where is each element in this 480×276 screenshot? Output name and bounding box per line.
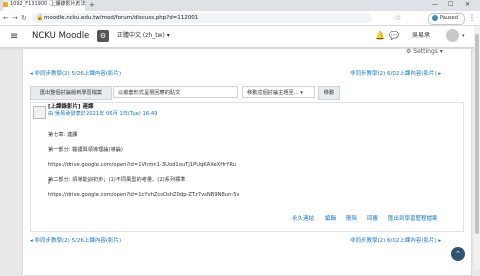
- permalink-link[interactable]: 永久連結: [292, 215, 314, 223]
- reply-link[interactable]: 回覆: [367, 215, 378, 223]
- next-discussion-link[interactable]: 非同步教學(2) 6/02上課內容(影片) ▸: [350, 70, 441, 78]
- export-portfolio-link[interactable]: 匯出到學習歷程檔案: [388, 215, 438, 223]
- post-byline[interactable]: 由 吳易承發表於2021年 06月 1日(Tue) 16:49: [48, 111, 157, 118]
- prev-discussion-link-bottom[interactable]: ◂ 非同步教學(2) 5/26上課內容(影片): [30, 237, 121, 245]
- user-menu-caret-icon[interactable]: ▾: [462, 30, 465, 42]
- settings-menu[interactable]: ⚙ Settings ▾: [406, 48, 443, 56]
- messages-icon[interactable]: 💬: [389, 29, 399, 42]
- tab-close-icon[interactable]: ×: [75, 0, 79, 9]
- minimize-button[interactable]: —: [432, 0, 438, 10]
- maximize-button[interactable]: ☐: [448, 0, 453, 10]
- post-line: 第七章: 連課: [48, 132, 78, 138]
- export-portfolio-button[interactable]: 匯出整個討論版到學習檔案: [30, 86, 112, 100]
- move-discussion-select[interactable]: 移動這個討論主題至... ▾: [242, 86, 315, 98]
- profile-avatar: [432, 15, 438, 21]
- user-avatar[interactable]: [446, 29, 459, 42]
- post-author-avatar[interactable]: [33, 106, 46, 119]
- url-text[interactable]: moodle.ncku.edu.tw/mod/forum/discuss.php…: [44, 13, 198, 23]
- user-name[interactable]: 吳易承: [412, 30, 430, 42]
- hamburger-menu-icon[interactable]: ≡: [10, 31, 18, 42]
- scroll-to-top-button[interactable]: ⌃: [451, 247, 465, 261]
- lock-icon[interactable]: 🔒: [36, 13, 43, 23]
- profile-label: Paused: [440, 15, 458, 21]
- post-link[interactable]: https://drive.google.com/open?id=1cYvhZc…: [48, 192, 240, 199]
- language-menu[interactable]: 正體中文 (zh_tw) ▾: [117, 30, 170, 42]
- scrollbar-thumb[interactable]: [475, 34, 479, 234]
- next-discussion-link-bottom[interactable]: 非同步教學(2) 6/02上課內容(影片) ▸: [350, 237, 441, 245]
- notification-bell-icon[interactable]: 🔔: [375, 29, 385, 42]
- post-subject: [上課錄影片] 連課: [48, 104, 94, 110]
- delete-link[interactable]: 刪除: [346, 215, 357, 223]
- new-tab-button[interactable]: +: [89, 1, 95, 10]
- browser-menu-icon[interactable]: ⋮: [468, 12, 476, 24]
- display-mode-select[interactable]: 以嵌套形式呈現回應的貼文: [113, 86, 238, 98]
- back-icon[interactable]: ←: [3, 12, 9, 24]
- post-line: 第一部分: 醫護與領導理論(導論): [48, 147, 123, 153]
- post-link[interactable]: https://drive.google.com/open?id=1Vhmn1-…: [48, 162, 236, 169]
- move-button[interactable]: 移動: [318, 86, 340, 100]
- post-line: 第二部分: 領導能訓初步；(1)不同風型的考量、(2)系列標準: [48, 177, 186, 183]
- site-brand[interactable]: NCKU Moodle: [32, 30, 89, 42]
- edit-link[interactable]: 編輯: [325, 215, 336, 223]
- forward-icon[interactable]: →: [12, 12, 18, 24]
- course-menu-icon[interactable]: ⚙: [97, 30, 109, 42]
- bookmark-star-icon[interactable]: ☆: [395, 12, 401, 24]
- text-cursor-icon: I: [48, 178, 51, 186]
- favicon-icon: [3, 2, 8, 7]
- close-window-button[interactable]: ✕: [465, 0, 470, 10]
- prev-discussion-link[interactable]: ◂ 非同步教學(2) 5/26上課內容(影片): [30, 70, 121, 78]
- reload-icon[interactable]: ↻: [21, 12, 27, 24]
